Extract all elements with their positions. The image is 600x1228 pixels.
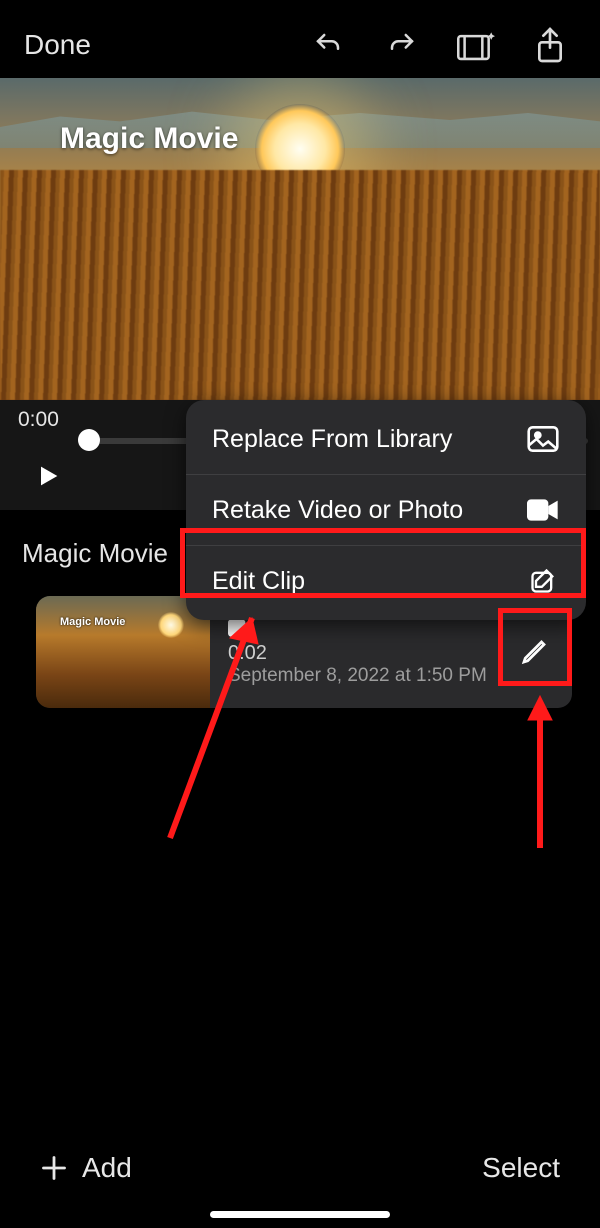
menu-item-label: Edit Clip <box>212 567 305 596</box>
annotation-arrow-to-pencil <box>520 688 560 858</box>
clip-duration: 0:02 <box>228 642 554 665</box>
add-button[interactable]: Add <box>40 1152 132 1184</box>
menu-item-retake-video-or-photo[interactable]: Retake Video or Photo <box>186 474 586 545</box>
undo-icon <box>311 30 345 60</box>
playhead-handle[interactable] <box>78 429 100 451</box>
plus-icon <box>40 1154 68 1182</box>
share-icon <box>534 26 566 64</box>
project-title: Magic Movie <box>22 538 168 569</box>
menu-item-edit-clip[interactable]: Edit Clip <box>186 545 586 616</box>
preview-title-overlay: Magic Movie <box>60 122 238 156</box>
video-preview[interactable]: Magic Movie <box>0 78 600 400</box>
clip-date: September 8, 2022 at 1:50 PM <box>228 665 554 687</box>
video-camera-icon <box>228 618 254 638</box>
redo-button[interactable] <box>376 19 428 71</box>
video-camera-icon <box>526 495 560 525</box>
menu-item-label: Retake Video or Photo <box>212 496 463 525</box>
menu-item-label: Replace From Library <box>212 425 452 454</box>
redo-icon <box>385 30 419 60</box>
share-button[interactable] <box>524 19 576 71</box>
preview-foreground <box>0 170 600 400</box>
pencil-icon <box>519 637 549 667</box>
image-icon <box>526 424 560 454</box>
play-button[interactable] <box>30 458 66 494</box>
edit-clip-pencil-button[interactable] <box>510 628 558 676</box>
home-indicator[interactable] <box>210 1211 390 1218</box>
top-toolbar: Done <box>0 18 600 72</box>
done-button[interactable]: Done <box>24 29 91 61</box>
compose-icon <box>526 566 560 596</box>
select-button[interactable]: Select <box>482 1152 560 1184</box>
clip-action-menu: Replace From Library Retake Video or Pho… <box>186 400 586 620</box>
add-label: Add <box>82 1152 132 1184</box>
undo-button[interactable] <box>302 19 354 71</box>
time-label: 0:00 <box>18 408 59 431</box>
menu-item-replace-from-library[interactable]: Replace From Library <box>186 404 586 474</box>
clip-thumbnail: Magic Movie <box>36 596 210 708</box>
film-sparkle-icon <box>457 29 495 61</box>
play-icon <box>34 462 62 490</box>
bottom-bar: Add Select <box>0 1138 600 1198</box>
effects-button[interactable] <box>450 19 502 71</box>
